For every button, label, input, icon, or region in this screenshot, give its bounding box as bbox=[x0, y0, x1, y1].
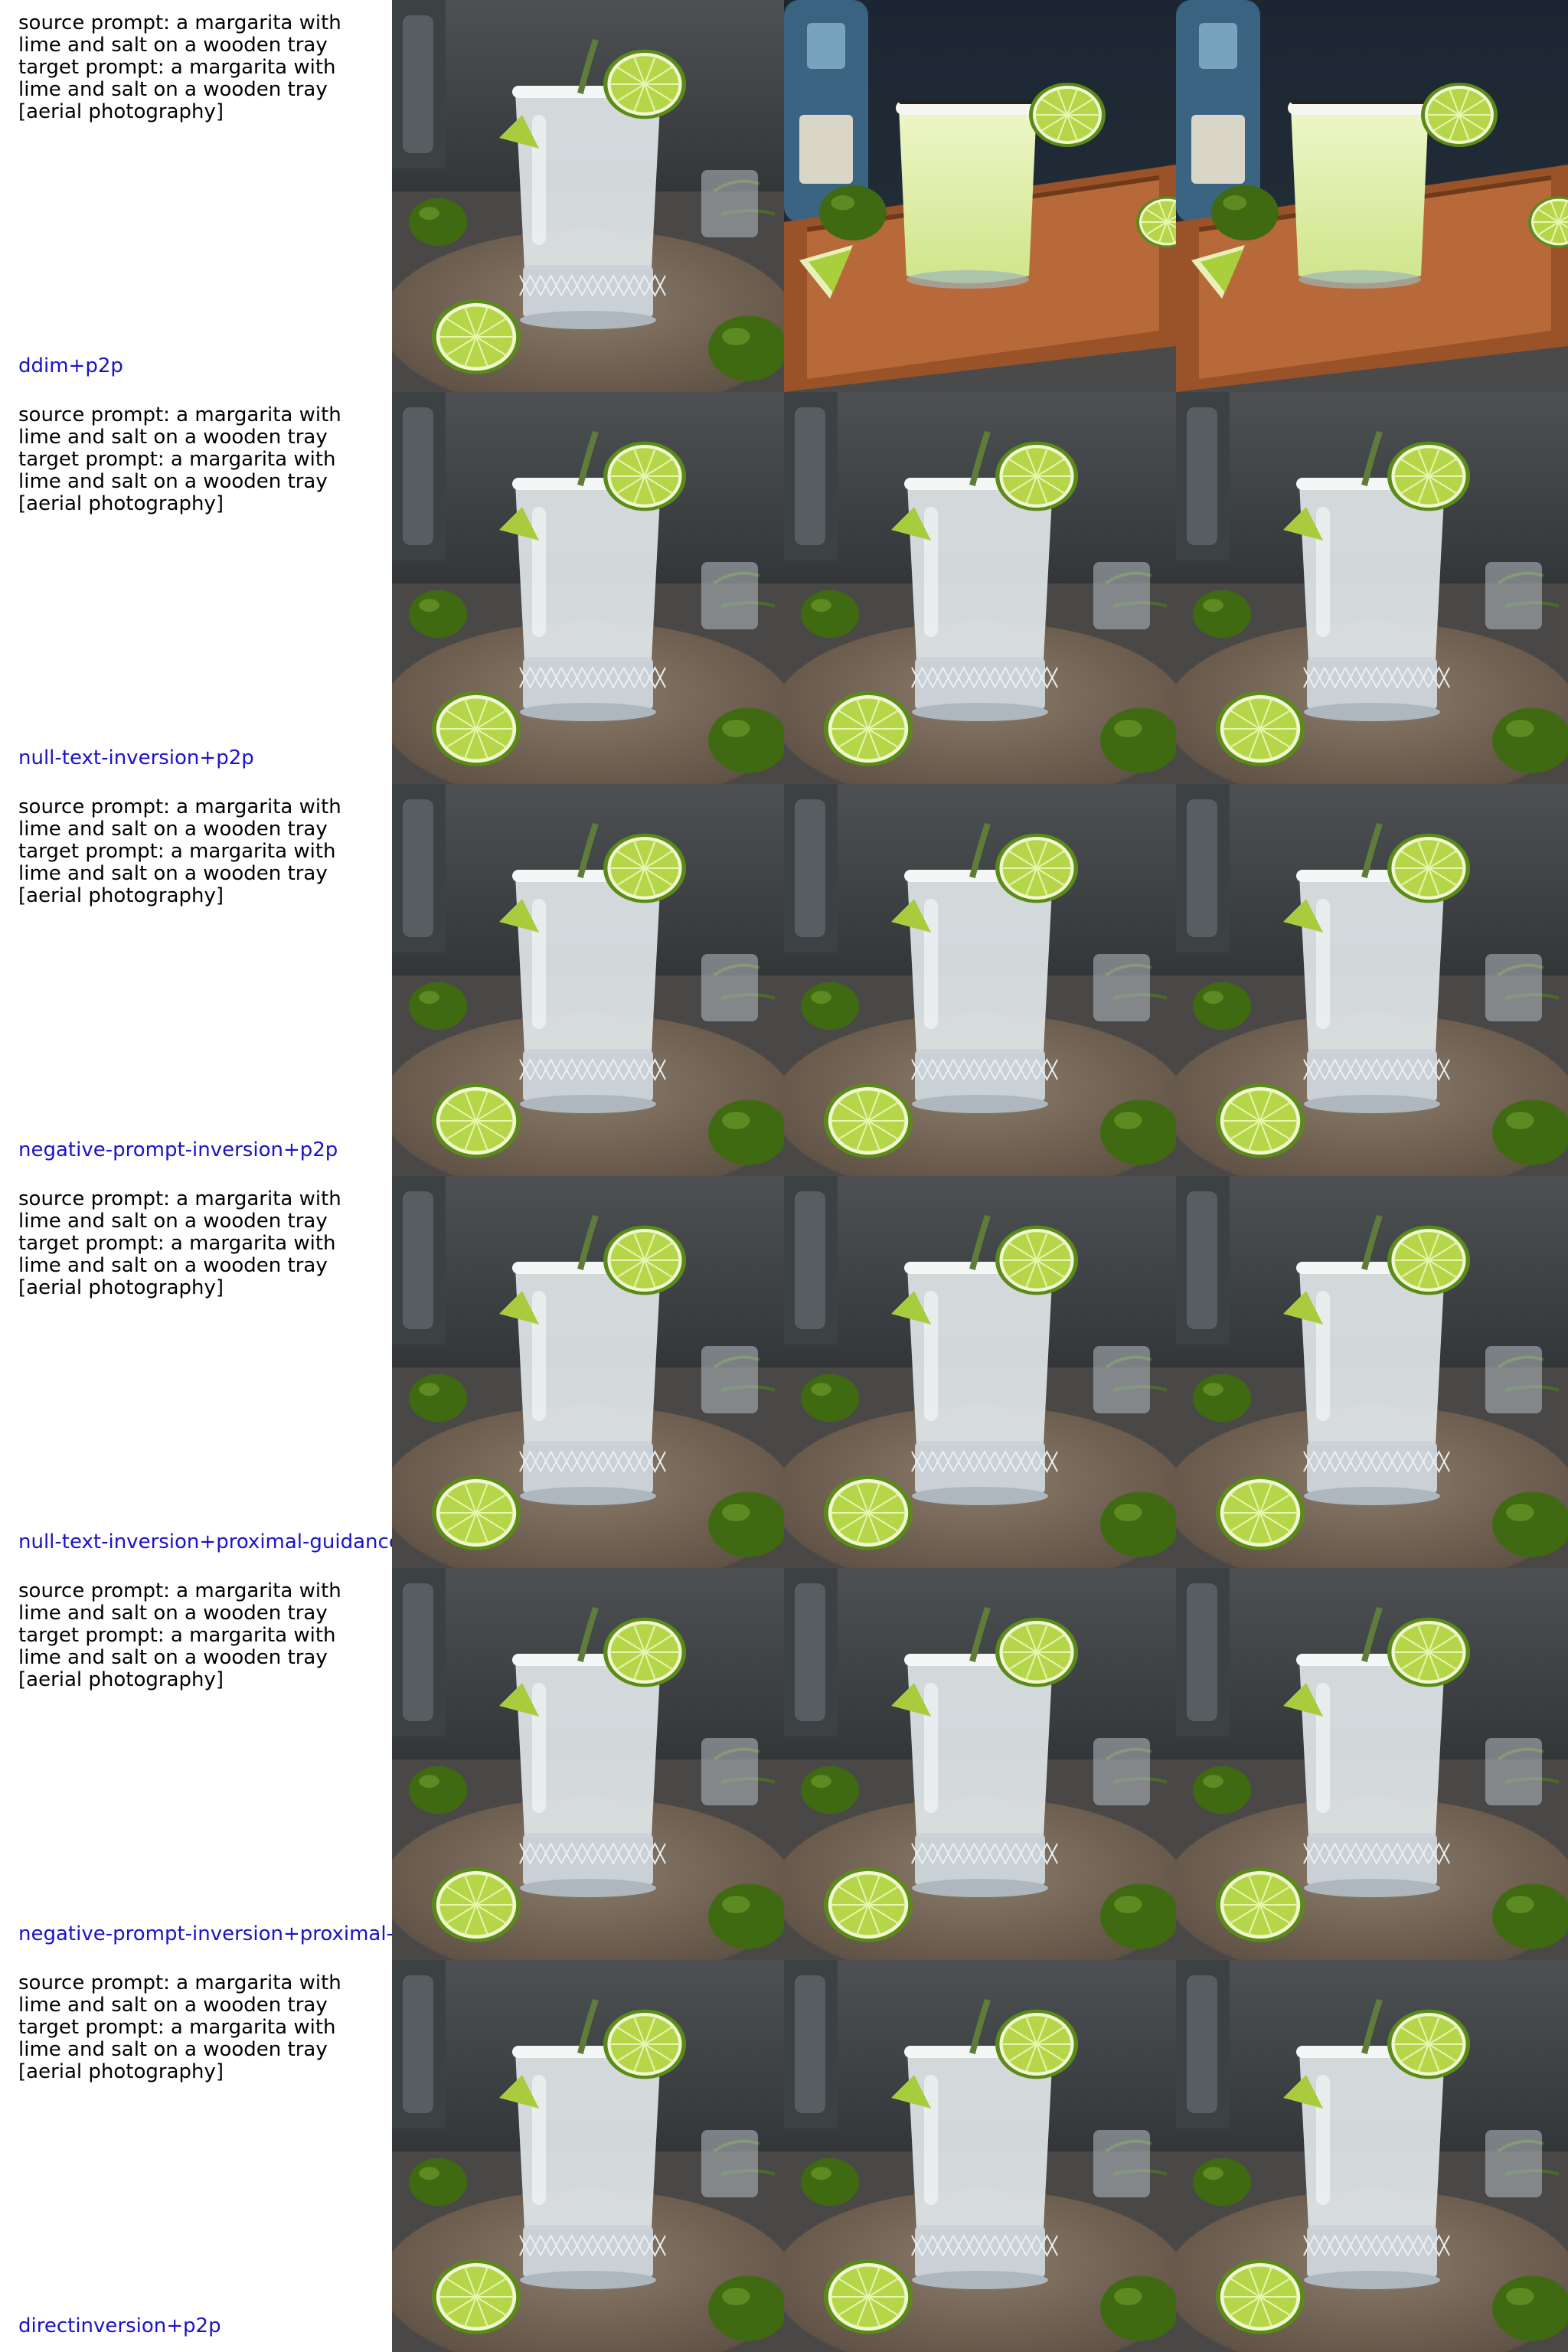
prompt-text: source prompt: a margarita with lime and… bbox=[18, 404, 381, 515]
target-prompt: target prompt: a margarita with lime and… bbox=[18, 2016, 342, 2083]
result-image bbox=[392, 1960, 784, 2352]
method-row: source prompt: a margarita with lime and… bbox=[0, 1568, 1568, 1960]
prompt-text: source prompt: a margarita with lime and… bbox=[18, 1580, 381, 1691]
target-prompt: target prompt: a margarita with lime and… bbox=[18, 1624, 342, 1691]
result-image bbox=[784, 0, 1176, 392]
target-prompt: target prompt: a margarita with lime and… bbox=[18, 56, 342, 123]
row-label-cell: source prompt: a margarita with lime and… bbox=[0, 1960, 392, 2352]
prompt-text: source prompt: a margarita with lime and… bbox=[18, 1972, 381, 2083]
target-prompt: target prompt: a margarita with lime and… bbox=[18, 1232, 342, 1299]
method-row: source prompt: a margarita with lime and… bbox=[0, 0, 1568, 392]
method-row: source prompt: a margarita with lime and… bbox=[0, 392, 1568, 784]
method-row: source prompt: a margarita with lime and… bbox=[0, 784, 1568, 1176]
method-label: directinversion+p2p bbox=[18, 2314, 221, 2337]
result-image bbox=[392, 784, 784, 1176]
prompt-text: source prompt: a margarita with lime and… bbox=[18, 12, 381, 123]
method-label: negative-prompt-inversion+p2p bbox=[18, 1138, 338, 1161]
method-row: source prompt: a margarita with lime and… bbox=[0, 1176, 1568, 1568]
target-prompt: target prompt: a margarita with lime and… bbox=[18, 448, 342, 515]
result-image bbox=[784, 1176, 1176, 1568]
result-image bbox=[784, 1960, 1176, 2352]
row-label-cell: source prompt: a margarita with lime and… bbox=[0, 0, 392, 392]
result-image bbox=[392, 0, 784, 392]
method-row: source prompt: a margarita with lime and… bbox=[0, 1960, 1568, 2352]
result-image bbox=[392, 1568, 784, 1960]
method-label: null-text-inversion+p2p bbox=[18, 746, 254, 769]
source-prompt: source prompt: a margarita with lime and… bbox=[18, 11, 348, 57]
result-image bbox=[1176, 392, 1568, 784]
result-image bbox=[1176, 784, 1568, 1176]
result-image bbox=[784, 1568, 1176, 1960]
result-image bbox=[1176, 1960, 1568, 2352]
row-label-cell: source prompt: a margarita with lime and… bbox=[0, 392, 392, 784]
source-prompt: source prompt: a margarita with lime and… bbox=[18, 1187, 348, 1233]
result-image bbox=[784, 784, 1176, 1176]
result-image bbox=[1176, 1568, 1568, 1960]
comparison-grid: source prompt: a margarita with lime and… bbox=[0, 0, 1568, 2352]
result-image bbox=[1176, 1176, 1568, 1568]
result-image bbox=[392, 1176, 784, 1568]
row-label-cell: source prompt: a margarita with lime and… bbox=[0, 1176, 392, 1568]
source-prompt: source prompt: a margarita with lime and… bbox=[18, 1971, 348, 2017]
target-prompt: target prompt: a margarita with lime and… bbox=[18, 840, 342, 907]
result-image bbox=[1176, 0, 1568, 392]
source-prompt: source prompt: a margarita with lime and… bbox=[18, 403, 348, 449]
method-label: ddim+p2p bbox=[18, 354, 123, 377]
row-label-cell: source prompt: a margarita with lime and… bbox=[0, 784, 392, 1176]
result-image bbox=[392, 392, 784, 784]
prompt-text: source prompt: a margarita with lime and… bbox=[18, 796, 381, 907]
result-image bbox=[784, 392, 1176, 784]
method-label: null-text-inversion+proximal-guidance bbox=[18, 1530, 392, 1553]
row-label-cell: source prompt: a margarita with lime and… bbox=[0, 1568, 392, 1960]
source-prompt: source prompt: a margarita with lime and… bbox=[18, 795, 348, 841]
method-label: negative-prompt-inversion+proximal-g bbox=[18, 1922, 392, 1945]
source-prompt: source prompt: a margarita with lime and… bbox=[18, 1579, 348, 1625]
prompt-text: source prompt: a margarita with lime and… bbox=[18, 1188, 381, 1299]
